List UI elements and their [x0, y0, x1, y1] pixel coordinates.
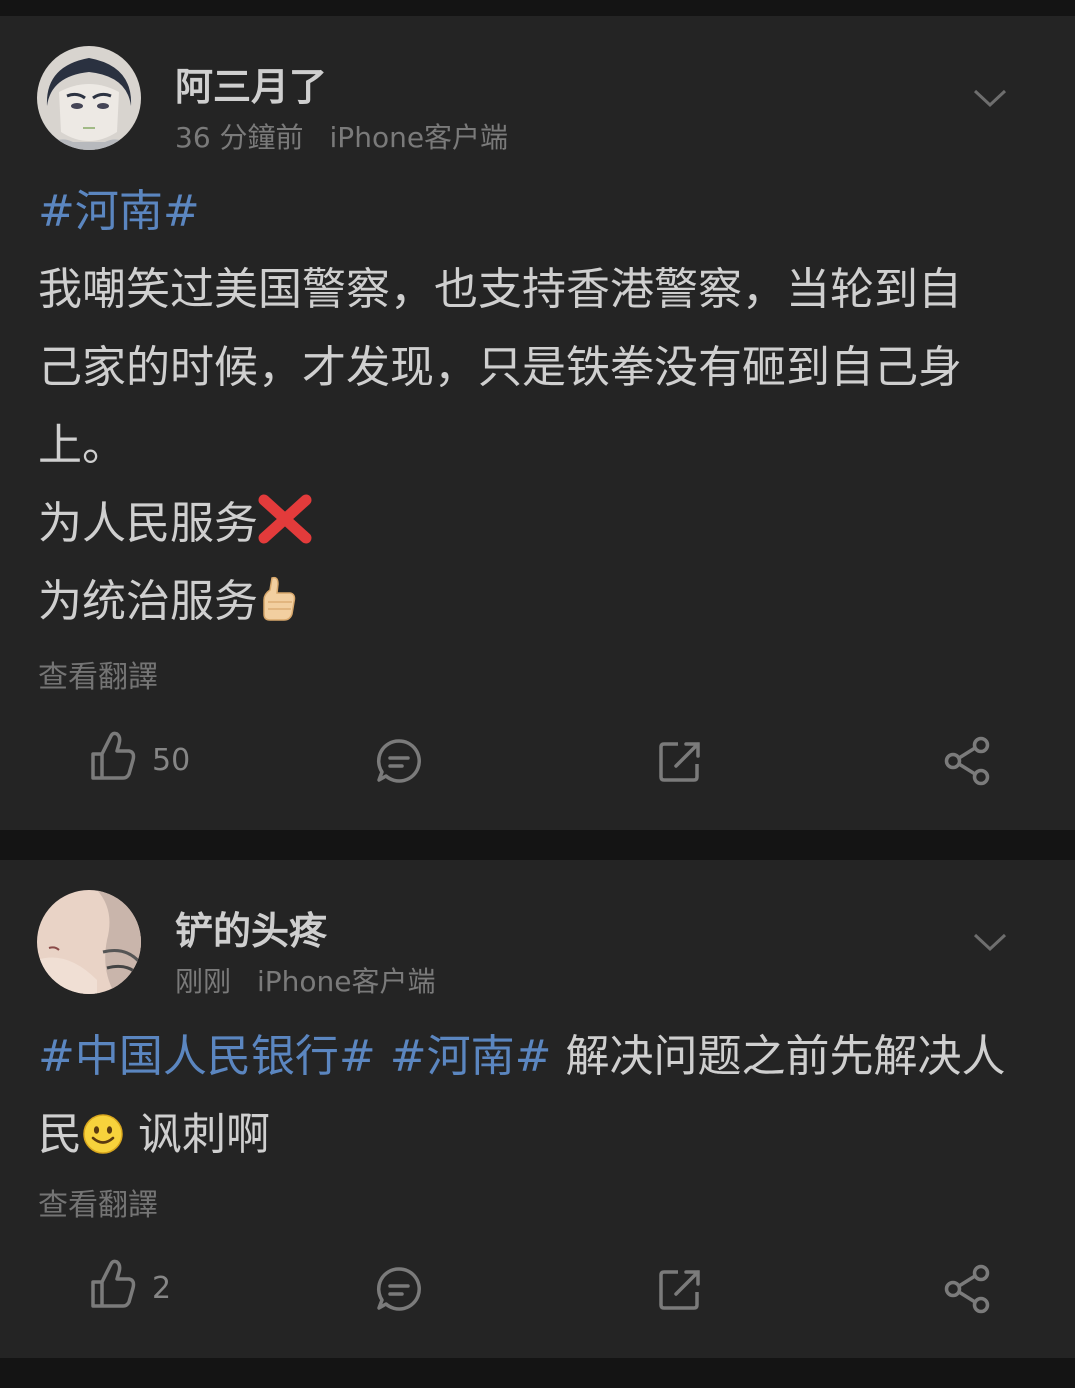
repost-icon[interactable] [658, 1268, 702, 1312]
post-source: iPhone客户端 [329, 121, 509, 154]
post-text-line: 讽刺啊 [124, 1109, 270, 1160]
post-text-line: 解决问题之前先解决人 [551, 1031, 1006, 1082]
translate-link[interactable]: 查看翻譯 [38, 652, 158, 696]
like-count: 2 [152, 1271, 172, 1306]
like-button[interactable] [89, 1258, 137, 1310]
post-card[interactable]: 铲的头疼 刚刚 iPhone客户端 #中国人民银行# #河南# 解决问题之前先解决… [0, 860, 1075, 1358]
chevron-down-icon[interactable] [972, 86, 1008, 110]
smiling-face-icon [82, 1113, 124, 1155]
like-count: 50 [152, 743, 191, 778]
post-meta: 刚刚 iPhone客户端 [175, 960, 436, 1000]
post-meta: 36 分鐘前 iPhone客户端 [175, 116, 508, 156]
post-card[interactable]: 阿三月了 36 分鐘前 iPhone客户端 #河南# 我嘲笑过美国警察，也支持香港… [0, 16, 1075, 830]
hashtag-link[interactable]: #中国人民银行# [38, 1031, 376, 1082]
translate-link[interactable]: 查看翻譯 [38, 1180, 158, 1224]
post-time: 刚刚 [175, 965, 232, 998]
like-button[interactable] [89, 730, 137, 782]
username[interactable]: 铲的头疼 [175, 900, 327, 955]
post-content: #河南# 我嘲笑过美国警察，也支持香港警察，当轮到自 己家的时候，才发现，只是铁… [38, 173, 1028, 641]
post-text-line: 为人民服务 [38, 498, 258, 549]
repost-icon[interactable] [658, 740, 702, 784]
post-time: 36 分鐘前 [175, 121, 304, 154]
hashtag-link[interactable]: #河南# [38, 186, 200, 237]
post-text-line: 上。 [38, 420, 126, 471]
post-text-line: 己家的时候，才发现，只是铁拳没有砸到自己身 [38, 342, 962, 393]
hashtag-link[interactable]: #河南# [390, 1031, 552, 1082]
username[interactable]: 阿三月了 [175, 56, 327, 111]
share-icon[interactable] [943, 1264, 991, 1314]
post-source: iPhone客户端 [257, 965, 436, 998]
comment-icon[interactable] [376, 738, 422, 784]
chevron-down-icon[interactable] [972, 930, 1008, 954]
share-icon[interactable] [943, 736, 991, 786]
post-text-line: 民 [38, 1109, 82, 1160]
post-text-line: 为统治服务 [38, 576, 258, 627]
comment-icon[interactable] [376, 1266, 422, 1312]
user-avatar[interactable] [37, 46, 141, 150]
user-avatar[interactable] [37, 890, 141, 994]
post-text-line: 我嘲笑过美国警察，也支持香港警察，当轮到自 [38, 264, 962, 315]
cross-mark-icon [258, 494, 312, 544]
post-content: #中国人民银行# #河南# 解决问题之前先解决人 民 讽刺啊 [38, 1018, 1028, 1174]
thumbs-up-icon [258, 576, 298, 622]
